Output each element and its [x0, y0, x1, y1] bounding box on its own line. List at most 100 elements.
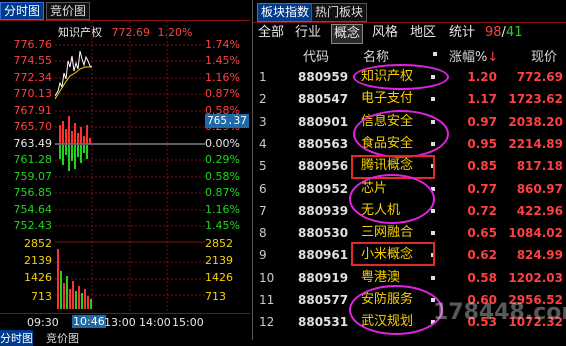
sector-change: 0.85: [467, 159, 497, 174]
left-bottom-tabs: 分时图 竞价图: [0, 330, 250, 346]
row-number: 6: [259, 181, 267, 196]
row-number: 5: [259, 159, 267, 174]
chart-grid: [55, 21, 205, 312]
tab-region[interactable]: 地区: [408, 24, 438, 42]
tab-style[interactable]: 风格: [370, 24, 400, 42]
sector-code: 880547: [298, 92, 349, 107]
highlight-ellipse: [349, 285, 443, 335]
tab-auction[interactable]: 竞价图: [46, 2, 91, 20]
price-label: 767.91: [13, 104, 53, 117]
row-number: 4: [259, 136, 267, 151]
time-label: 13:00: [104, 316, 136, 329]
pct-label: 0.87%: [205, 87, 240, 100]
sector-price: 772.69: [516, 70, 563, 84]
tab-intraday[interactable]: 分时图: [0, 2, 45, 20]
row-dot-icon: [431, 97, 435, 102]
price-label: 754.64: [13, 203, 53, 216]
price-label: 770.13: [13, 87, 53, 100]
tab-all[interactable]: 全部: [256, 24, 286, 42]
volume-label: 2139: [24, 254, 52, 267]
sector-code: 880939: [298, 203, 349, 218]
time-cursor-label: 10:46: [72, 315, 106, 328]
row-number: 3: [259, 114, 267, 129]
header-price[interactable]: 现价: [531, 46, 557, 65]
sector-change: 0.72: [467, 203, 497, 218]
sector-code: 880961: [298, 248, 349, 263]
sector-price: 1202.03: [508, 270, 563, 285]
sector-code: 880901: [298, 114, 349, 129]
bottom-tab-intraday[interactable]: 分时图: [0, 330, 33, 346]
price-label: 756.85: [13, 186, 53, 199]
sector-price: 2214.89: [508, 136, 563, 151]
sector-change: 0.58: [467, 270, 497, 285]
row-number: 1: [259, 70, 267, 84]
sector-change: 0.65: [467, 226, 497, 241]
sector-price: 2038.20: [508, 114, 563, 129]
time-label: 15:00: [172, 316, 204, 329]
sector-change: 0.95: [467, 136, 497, 151]
table-row[interactable]: 8 880530 三网融合 0.65 1084.02: [253, 222, 566, 244]
sector-change: 0.97: [467, 114, 497, 129]
intraday-chart-panel: 分时图 竞价图 知识产权 772.69 1.20% 776.76 774.55 …: [0, 0, 250, 346]
sector-code: 880952: [298, 181, 349, 196]
watermark: 178448.com: [433, 300, 566, 325]
up-count: 98: [485, 25, 502, 40]
header-change-label: 涨幅%: [449, 50, 488, 65]
tab-concept[interactable]: 概念: [331, 24, 364, 44]
pct-label: 0.29%: [205, 153, 240, 166]
volume-label-right: 1426: [205, 271, 233, 284]
sector-code: 880531: [298, 315, 349, 330]
sort-down-icon: ↓: [487, 50, 499, 65]
header-name[interactable]: 名称: [363, 46, 389, 65]
volume-label: 1426: [24, 271, 52, 284]
tab-sector-index[interactable]: 板块指数: [257, 3, 314, 22]
row-dot-icon: [431, 275, 435, 280]
sector-name: 三网融合: [361, 225, 414, 241]
volume-bars: [57, 249, 92, 309]
tab-hot-sectors[interactable]: 热门板块: [311, 3, 368, 22]
row-number: 11: [259, 293, 275, 307]
sector-code: 880959: [298, 70, 349, 84]
pct-label: 1.45%: [205, 219, 240, 232]
header-code[interactable]: 代码: [303, 46, 329, 65]
row-number: 9: [259, 248, 267, 263]
sector-price: 860.97: [516, 181, 563, 196]
volume-label: 713: [31, 290, 52, 303]
sector-price: 824.99: [516, 248, 563, 263]
sector-price: 1723.62: [508, 92, 563, 107]
row-number: 10: [259, 270, 275, 285]
time-label: 14:00: [139, 316, 171, 329]
row-dot-icon: [431, 231, 435, 236]
highlight-ellipse: [349, 174, 435, 224]
sector-code: 880563: [298, 136, 349, 151]
sector-code: 880530: [298, 226, 349, 241]
volume-label-right: 2139: [205, 254, 233, 267]
row-number: 12: [259, 315, 275, 330]
pct-label: 1.74%: [205, 38, 240, 51]
down-count: 41: [505, 25, 523, 40]
sector-name: 电子支付: [361, 91, 414, 107]
time-axis: 09:30 10:46 13:00 14:00 15:00: [0, 313, 250, 329]
tab-stats[interactable]: 统计: [447, 24, 477, 42]
volume-label-right: 713: [205, 290, 226, 303]
header-change[interactable]: 涨幅%↓: [449, 46, 498, 65]
highlight-ellipse: [353, 64, 449, 90]
row-number: 2: [259, 92, 267, 107]
sector-list-panel: 板块指数 热门板块 全部 行业 概念 风格 地区 统计 98/41 代码 名称 …: [252, 0, 566, 340]
sector-price: 1084.02: [508, 226, 563, 241]
bottom-tab-auction[interactable]: 竞价图: [46, 330, 79, 346]
highlight-box: [351, 242, 435, 266]
row-number: 7: [259, 203, 267, 218]
sector-code: 880919: [298, 270, 349, 285]
price-label: 776.76: [13, 38, 53, 51]
price-label: 774.55: [13, 54, 53, 67]
sector-code: 880956: [298, 159, 349, 174]
pct-label: 1.16%: [205, 203, 240, 216]
price-label: 765.70: [13, 120, 53, 133]
table-row[interactable]: 2 880547 电子支付 1.17 1723.62: [253, 88, 566, 110]
pct-label: 0.00%: [205, 137, 240, 150]
sector-price: 422.96: [516, 203, 563, 218]
tab-industry[interactable]: 行业: [293, 24, 323, 42]
pct-label: 1.45%: [205, 54, 240, 67]
sector-price: 817.18: [516, 159, 563, 174]
